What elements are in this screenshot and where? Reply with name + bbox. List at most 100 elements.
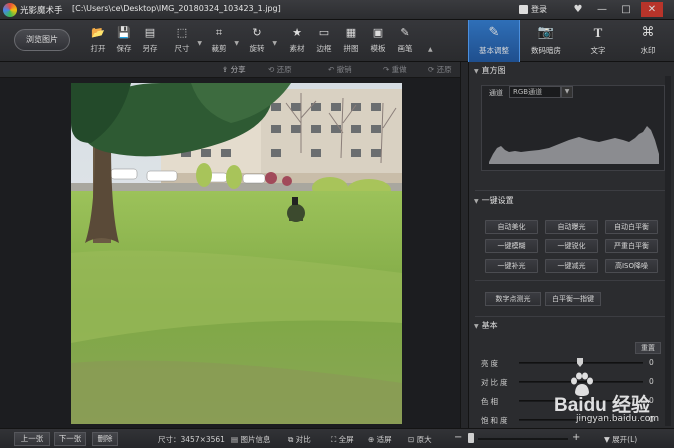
saturation-slider-row: 饱和度 0 [469,413,674,427]
restore-original-button[interactable]: ⟲ 还原 [268,64,292,75]
prev-image-button[interactable]: 上一张 [14,432,50,446]
undo-button[interactable]: ↶ 撤销 [328,64,352,75]
close-button[interactable]: ✕ [641,2,663,17]
divider [475,316,669,317]
brush-icon: ✎ [400,26,410,39]
maximize-button[interactable]: □ [615,2,637,17]
slider-value: 0 [649,358,654,367]
original-size-button[interactable]: ⊡ 原大 [408,434,432,445]
image-canvas[interactable] [0,78,468,428]
divider [475,190,669,191]
histogram-chart [489,126,659,164]
file-path: [C:\Users\ce\Desktop\IMG_20180324_103423… [72,4,281,13]
compare-button[interactable]: ⧉ 对比 [288,434,311,445]
fullscreen-button[interactable]: ⛶ 全屏 [331,434,354,445]
strong-white-balance-button[interactable]: 严重白平衡 [605,239,658,253]
zoom-out-icon[interactable]: − [454,432,462,443]
slider-thumb[interactable] [577,358,583,367]
collage-icon: ▦ [345,26,357,39]
reduce-light-button[interactable]: 一键减光 [545,259,598,273]
save-button[interactable]: 💾 保存 [110,26,138,58]
collapse-icon: ▼ [474,323,479,330]
one-click-blur-button[interactable]: 一键模糊 [485,239,538,253]
user-icon [519,5,528,14]
slider-value: 0 [649,396,654,405]
tab-text[interactable]: T 文字 [572,20,624,62]
hue-slider-row: 色相 0 [469,394,674,408]
save-as-button[interactable]: ▤ 另存 [136,26,164,58]
collapse-icon: ▼ [474,198,479,205]
reset-button[interactable]: ⟳ 还原 [428,64,452,75]
high-iso-denoise-button[interactable]: 高ISO降噪 [605,259,658,273]
one-click-sharpen-button[interactable]: 一键锐化 [545,239,598,253]
auto-enhance-button[interactable]: 自动美化 [485,220,538,234]
template-icon: ▣ [372,26,384,39]
material-button[interactable]: ★ 素材 [283,26,311,58]
zoom-slider[interactable] [478,438,568,440]
tab-basic-adjust[interactable]: ✎ 基本调整 [468,20,520,62]
auto-exposure-button[interactable]: 自动曝光 [545,220,598,234]
chevron-down-icon[interactable]: ▼ [197,40,202,47]
border-button[interactable]: ▭ 边框 [310,26,338,58]
histogram-section-title[interactable]: ▼ 直方图 [469,64,674,78]
more-tools-icon[interactable]: ▲ [428,46,433,53]
brightness-slider-row: 亮度 0 [469,356,674,370]
delete-button[interactable]: 删除 [92,432,118,446]
oneclick-section-title[interactable]: ▼ 一键设置 [469,194,674,208]
save-as-icon: ▤ [144,26,156,39]
rotate-button[interactable]: ↻ 旋转 ▼ [243,26,278,58]
rotate-icon: ↻ [252,26,262,39]
saturation-slider[interactable] [519,419,643,421]
login-label: 登录 [531,5,547,14]
spot-metering-button[interactable]: 数字点测光 [485,292,541,306]
basic-section-title[interactable]: ▼ 基本 [469,319,674,333]
adjust-panel: ▼ 直方图 通道 RGB通道 ▼ ▼ 一键设置 自动美化 自动曝光 自动白平衡 一键… [468,62,674,428]
collapse-icon: ▼ [474,68,479,75]
resize-button[interactable]: ⬚ 尺寸 ▼ [168,26,203,58]
edit-subbar: ⇪ 分享 ⟲ 还原 ↶ 撤销 ↷ 重做 ⟳ 还原 [0,62,468,78]
resize-icon: ⬚ [176,26,188,39]
zoom-slider-thumb[interactable] [468,433,474,443]
slider-value: 0 [649,377,654,386]
slider-label: 色相 [481,397,500,406]
chevron-down-icon[interactable]: ▼ [234,40,239,47]
fit-screen-button[interactable]: ⊕ 适屏 [368,434,392,445]
fill-light-button[interactable]: 一键补光 [485,259,538,273]
app-title: 光影魔术手 [20,6,63,16]
brush-button[interactable]: ✎ 画笔 [391,26,419,58]
auto-white-balance-button[interactable]: 自动白平衡 [605,220,658,234]
zoom-in-icon[interactable]: + [572,432,580,443]
tab-digital-darkroom[interactable]: 📷 数码暗房 [520,20,572,62]
login-button[interactable]: 登录 [519,2,563,17]
panel-collapse-strip[interactable] [460,62,468,428]
edit-icon: ✎ [488,25,500,40]
slider-label: 饱和度 [481,416,510,425]
expand-button[interactable]: ▼ 展开(L) [604,434,637,445]
collage-button[interactable]: ▦ 拼图 [337,26,365,58]
panel-scrollbar[interactable] [665,76,671,426]
white-balance-picker-button[interactable]: 白平衡一指键 [545,292,601,306]
crop-button[interactable]: ⌗ 裁剪 ▼ [205,26,240,58]
minimize-button[interactable]: — [591,2,613,17]
chevron-down-icon[interactable]: ▼ [272,40,277,47]
next-image-button[interactable]: 下一张 [54,432,86,446]
tab-watermark[interactable]: ⌘ 水印 [622,20,674,62]
channel-select[interactable]: RGB通道 [509,86,561,98]
main-toolbar: 浏览图片 📂 打开 💾 保存 ▤ 另存 ⬚ 尺寸 ▼ ⌗ 裁剪 ▼ ↻ 旋转 ▼ ★ 素材 ▭ 边框 … [0,20,674,62]
contrast-slider[interactable] [519,381,643,383]
crop-icon: ⌗ [215,26,223,39]
reset-sliders-button[interactable]: 重置 [635,342,661,354]
redo-button[interactable]: ↷ 重做 [383,64,407,75]
image-info-button[interactable]: ▤ 图片信息 [231,434,270,445]
open-button[interactable]: 📂 打开 [84,26,112,58]
favorite-icon[interactable]: ♥ [567,2,589,17]
star-icon: ★ [292,26,302,39]
browse-images-button[interactable]: 浏览图片 [14,29,70,51]
share-button[interactable]: ⇪ 分享 [222,64,246,75]
chevron-down-icon[interactable]: ▼ [561,86,573,98]
frame-icon: ▭ [318,26,330,39]
template-button[interactable]: ▣ 模板 [364,26,392,58]
slider-label: 对比度 [481,378,510,387]
slider-value: 0 [649,415,654,424]
hue-slider[interactable] [519,400,643,402]
